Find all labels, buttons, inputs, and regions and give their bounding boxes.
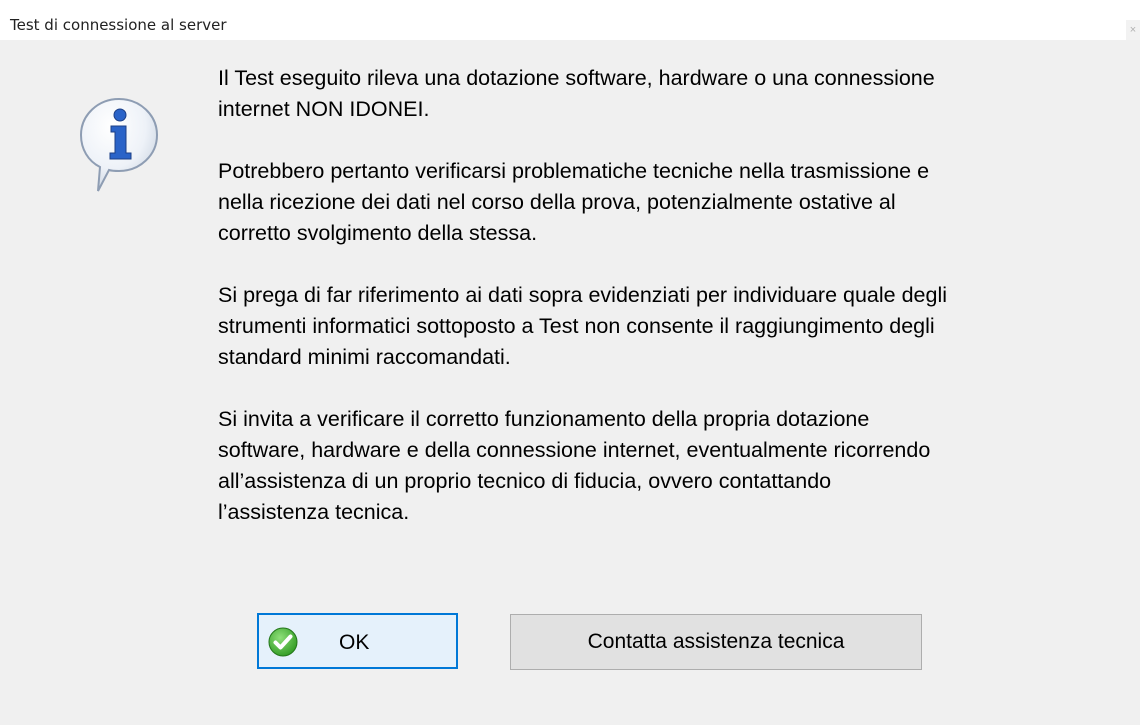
ok-button-label: OK	[339, 631, 370, 654]
dialog-message: Il Test eseguito rileva una dotazione so…	[218, 63, 1118, 559]
close-button[interactable]: ×	[1126, 20, 1140, 40]
contact-support-button[interactable]: Contatta assistenza tecnica	[510, 614, 922, 670]
dialog-body: Il Test eseguito rileva una dotazione so…	[0, 40, 1140, 725]
title-bar[interactable]: Test di connessione al server ×	[0, 0, 1140, 40]
window-title: Test di connessione al server	[10, 16, 227, 34]
contact-support-label: Contatta assistenza tecnica	[587, 630, 845, 653]
green-check-icon	[268, 627, 298, 657]
ok-button[interactable]: OK	[257, 613, 458, 669]
dialog-window: Test di connessione al server × Il Test …	[0, 0, 1140, 725]
info-balloon-icon	[79, 97, 159, 192]
message-paragraph: Si prega di far riferimento ai dati sopr…	[218, 283, 948, 369]
message-paragraph: Potrebbero pertanto verificarsi problema…	[218, 159, 930, 245]
message-paragraph: Il Test eseguito rileva una dotazione so…	[218, 66, 935, 121]
message-paragraph: Si invita a verificare il corretto funzi…	[218, 407, 931, 524]
